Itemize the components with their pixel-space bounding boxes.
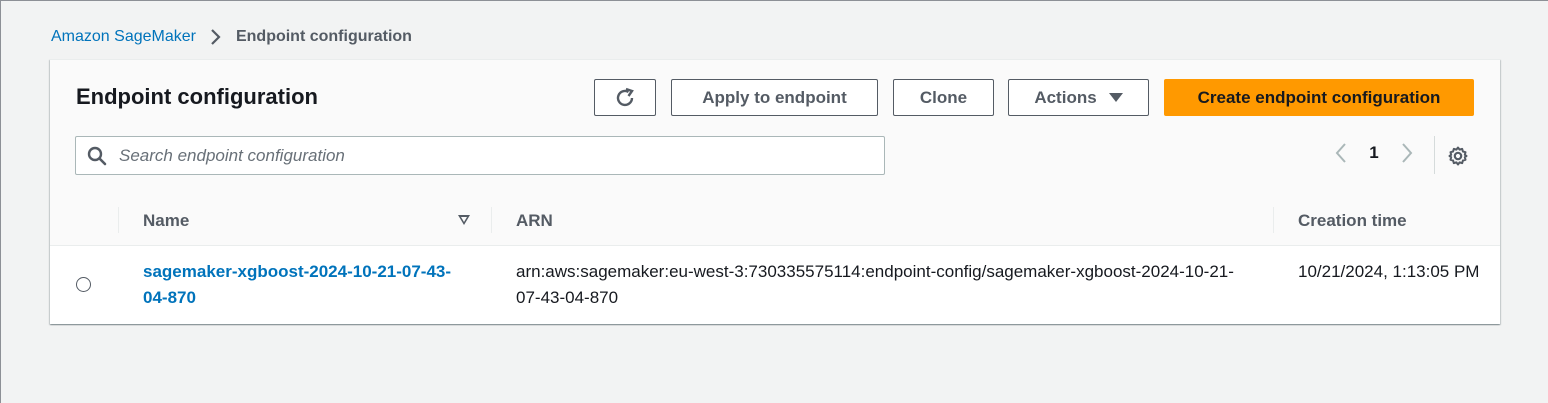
clone-button[interactable]: Clone — [893, 79, 994, 116]
endpoint-config-panel: Endpoint configuration Apply to endpoint… — [50, 59, 1500, 324]
sort-descending-icon[interactable] — [458, 215, 470, 225]
column-header-creation-time[interactable]: Creation time — [1298, 211, 1407, 231]
column-separator — [1273, 207, 1274, 233]
row-select-radio[interactable] — [76, 277, 91, 292]
chevron-right-icon — [210, 28, 222, 46]
apply-to-endpoint-button[interactable]: Apply to endpoint — [671, 79, 878, 116]
create-endpoint-configuration-button[interactable]: Create endpoint configuration — [1164, 79, 1474, 116]
search-input[interactable] — [117, 144, 884, 167]
endpoint-config-arn: arn:aws:sagemaker:eu-west-3:730335575114… — [516, 262, 1234, 307]
next-page-icon[interactable] — [1396, 142, 1418, 164]
refresh-button[interactable] — [594, 79, 656, 116]
pagination: 1 — [1330, 142, 1418, 164]
breadcrumb-current: Endpoint configuration — [235, 28, 412, 45]
previous-page-icon[interactable] — [1330, 142, 1352, 164]
endpoint-config-creation-time: 10/21/2024, 1:13:05 PM — [1298, 262, 1480, 281]
caret-down-icon — [1108, 93, 1123, 102]
gear-icon[interactable] — [1447, 145, 1469, 167]
refresh-icon — [614, 87, 636, 109]
column-separator — [491, 207, 492, 233]
column-header-arn[interactable]: ARN — [516, 211, 553, 231]
actions-dropdown-button[interactable]: Actions — [1008, 79, 1149, 116]
endpoint-config-name-link[interactable]: sagemaker-xgboost-2024-10-21-07-43-04-87… — [143, 259, 463, 311]
breadcrumb-link-sagemaker[interactable]: Amazon SageMaker — [51, 28, 196, 46]
search-box — [75, 136, 885, 175]
panel-header: Endpoint configuration Apply to endpoint… — [50, 60, 1500, 198]
column-header-name[interactable]: Name — [143, 211, 189, 231]
page-title: Endpoint configuration — [76, 84, 318, 109]
breadcrumb: Amazon SageMaker Endpoint configuration — [51, 28, 412, 46]
table-row: sagemaker-xgboost-2024-10-21-07-43-04-87… — [50, 246, 1500, 324]
pagination-divider — [1434, 136, 1435, 174]
actions-label: Actions — [1034, 87, 1097, 107]
current-page-number[interactable]: 1 — [1352, 143, 1396, 163]
table-header: Name ARN Creation time — [50, 197, 1500, 246]
column-separator — [118, 207, 119, 233]
search-icon — [87, 146, 107, 166]
